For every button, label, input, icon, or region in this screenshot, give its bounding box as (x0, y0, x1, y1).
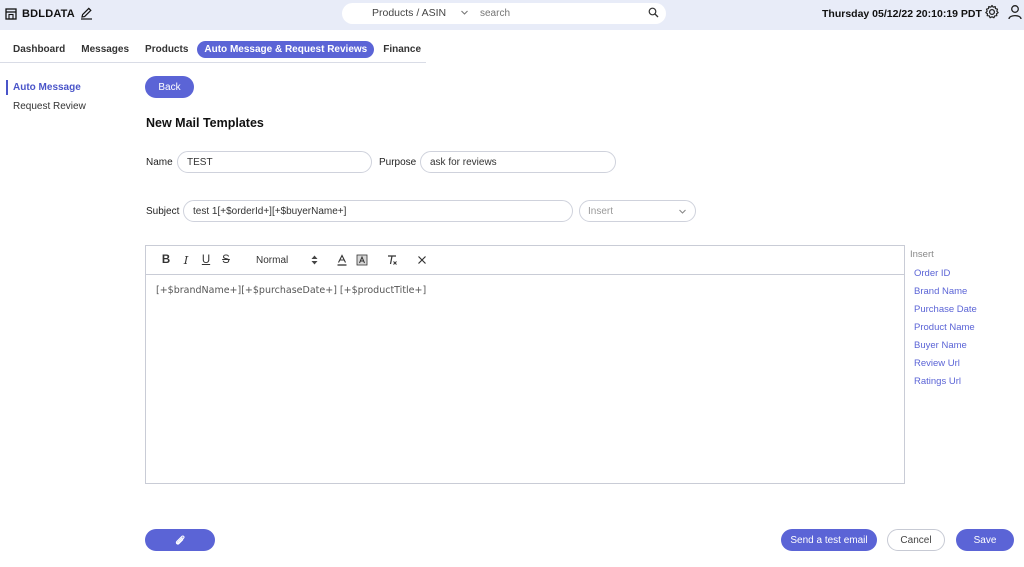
user-icon[interactable] (1008, 4, 1022, 20)
search-icon[interactable] (648, 7, 659, 18)
side-nav: Auto Message Request Review (6, 80, 136, 118)
background-color-icon[interactable] (352, 251, 372, 269)
gear-icon[interactable] (984, 4, 1000, 20)
insert-item-review-url[interactable]: Review Url (914, 358, 1010, 369)
insert-item-buyer-name[interactable]: Buyer Name (914, 340, 1010, 351)
main-tabs: Dashboard Messages Products Auto Message… (6, 39, 430, 59)
top-bar: BDLDATA Products / ASIN Thursday 05/12/2… (0, 0, 1024, 30)
brand[interactable]: BDLDATA (5, 7, 93, 20)
page-title: New Mail Templates (146, 116, 264, 130)
rich-text-editor: B I U S Normal [+$brandName+][+$purchase… (145, 245, 905, 484)
store-icon (5, 7, 17, 20)
chevron-down-icon[interactable] (460, 8, 469, 17)
insert-select[interactable]: Insert (579, 200, 696, 222)
tab-divider (0, 62, 426, 63)
chevron-down-icon (678, 207, 687, 216)
insert-item-ratings-url[interactable]: Ratings Url (914, 376, 1010, 387)
save-button[interactable]: Save (956, 529, 1014, 551)
tab-messages[interactable]: Messages (74, 41, 136, 58)
cancel-button[interactable]: Cancel (887, 529, 945, 551)
subject-field[interactable] (183, 200, 573, 222)
edit-icon[interactable] (80, 7, 93, 20)
format-select[interactable]: Normal (256, 255, 318, 266)
subject-label: Subject (146, 206, 180, 217)
search-input[interactable] (480, 6, 640, 21)
format-select-value: Normal (256, 254, 289, 266)
brand-label: BDLDATA (22, 7, 75, 20)
sort-arrows-icon (311, 255, 318, 265)
search-bar: Products / ASIN (342, 3, 666, 24)
insert-item-product-name[interactable]: Product Name (914, 322, 1010, 333)
editor-toolbar: B I U S Normal (146, 246, 904, 275)
purpose-field[interactable] (420, 151, 616, 173)
strikethrough-icon[interactable]: S (216, 251, 236, 269)
tab-dashboard[interactable]: Dashboard (6, 41, 72, 58)
tab-finance[interactable]: Finance (376, 41, 428, 58)
current-datetime: Thursday 05/12/22 20:10:19 PDT (822, 8, 982, 20)
insert-panel: Insert Order ID Brand Name Purchase Date… (910, 249, 1010, 394)
search-scope-select[interactable]: Products / ASIN (372, 7, 446, 19)
paperclip-icon (174, 534, 186, 546)
insert-item-order-id[interactable]: Order ID (914, 268, 1010, 279)
side-item-request-review[interactable]: Request Review (6, 99, 136, 114)
attach-button[interactable] (145, 529, 215, 551)
insert-select-placeholder: Insert (588, 205, 614, 217)
name-label: Name (146, 157, 173, 168)
italic-icon[interactable]: I (176, 251, 196, 269)
name-field[interactable] (177, 151, 372, 173)
tab-products[interactable]: Products (138, 41, 195, 58)
tab-auto-message-request-reviews[interactable]: Auto Message & Request Reviews (197, 40, 375, 58)
purpose-label: Purpose (379, 157, 417, 168)
bold-icon[interactable]: B (156, 251, 176, 269)
close-icon[interactable] (412, 251, 432, 269)
insert-panel-title: Insert (910, 249, 934, 260)
editor-body[interactable]: [+$brandName+][+$purchaseDate+] [+$produ… (146, 275, 904, 306)
back-button[interactable]: Back (145, 76, 194, 98)
side-item-auto-message[interactable]: Auto Message (6, 80, 136, 95)
send-test-email-button[interactable]: Send a test email (781, 529, 877, 551)
clear-format-icon[interactable] (382, 251, 402, 269)
insert-item-purchase-date[interactable]: Purchase Date (914, 304, 1010, 315)
text-color-icon[interactable] (332, 251, 352, 269)
underline-icon[interactable]: U (196, 251, 216, 269)
insert-item-brand-name[interactable]: Brand Name (914, 286, 1010, 297)
